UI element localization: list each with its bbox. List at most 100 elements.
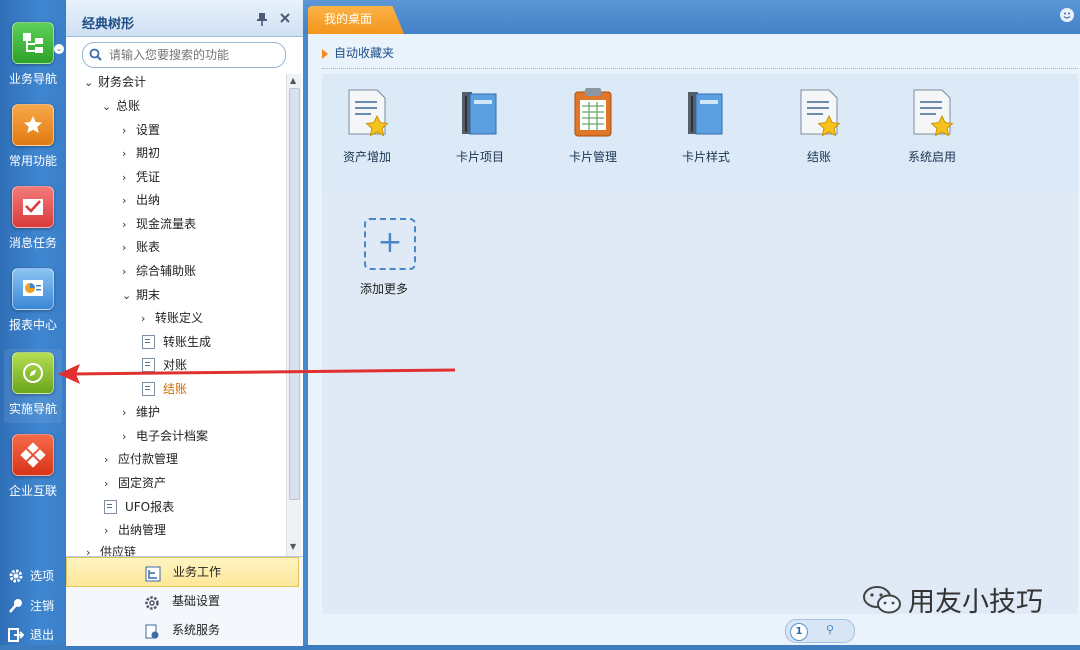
- fav-system-enable[interactable]: 系统启用: [887, 86, 977, 165]
- tree-node-cashier-management[interactable]: › 出纳管理: [104, 520, 166, 540]
- doc-star-icon: [343, 86, 391, 142]
- nav-label: 消息任务: [8, 236, 57, 250]
- tree-node-label: 设置: [136, 123, 161, 137]
- wechat-logo-icon: [862, 585, 902, 615]
- footer-label: 业务工作: [173, 565, 222, 579]
- tree-node-aux-ledger[interactable]: › 综合辅助账: [122, 261, 196, 281]
- tree-node-period-end[interactable]: ⌄ 期末: [122, 285, 160, 305]
- options-label: 选项: [30, 569, 55, 583]
- pin-icon[interactable]: [256, 12, 270, 26]
- footer-label: 系统服务: [172, 623, 221, 637]
- exit-icon: [8, 627, 25, 643]
- tree-node-transfer-definition[interactable]: › 转账定义: [141, 308, 203, 328]
- tree-node-fixed-assets[interactable]: › 固定资产: [104, 473, 166, 493]
- document-icon: [142, 334, 155, 349]
- report-center-icon: [12, 268, 54, 310]
- system-services-tab[interactable]: 系统服务: [66, 616, 297, 644]
- collapsed-arrow-icon: ›: [141, 312, 146, 325]
- tree-panel-header: 经典树形: [66, 0, 303, 37]
- close-icon[interactable]: [279, 12, 293, 26]
- nav-favorite-functions[interactable]: 常用功能: [0, 104, 66, 169]
- tree-node-label: 转账定义: [155, 311, 204, 325]
- fav-card-style[interactable]: 卡片样式: [661, 86, 751, 165]
- tree-panel-title: 经典树形: [82, 17, 135, 32]
- tree-node-e-archives[interactable]: › 电子会计档案: [122, 426, 208, 446]
- logout-button[interactable]: 注销: [8, 597, 54, 614]
- tree-node-settings[interactable]: › 设置: [122, 120, 160, 140]
- tab-bar: 我的桌面: [303, 0, 1080, 34]
- tree-node-finance[interactable]: ⌄ 财务会计: [84, 72, 146, 92]
- tree-node-general-ledger[interactable]: ⌄ 总账: [102, 96, 140, 116]
- tree-node-maintenance[interactable]: › 维护: [122, 402, 160, 422]
- options-button[interactable]: 选项: [8, 567, 54, 584]
- page-indicator[interactable]: 1: [790, 623, 808, 641]
- pin-page-icon[interactable]: ⚲: [826, 623, 834, 636]
- add-more-button[interactable]: +: [364, 218, 416, 270]
- collapsed-arrow-icon: ›: [122, 147, 127, 160]
- scroll-up-icon[interactable]: ▲: [290, 76, 296, 85]
- tree-node-label: 凭证: [136, 170, 161, 184]
- basic-settings-tab[interactable]: 基础设置: [66, 587, 297, 615]
- auto-favorites-header[interactable]: 自动收藏夹: [322, 44, 394, 61]
- tree-node-account-reports[interactable]: › 账表: [122, 237, 160, 257]
- tree-node-label: 账表: [136, 240, 161, 254]
- collapsed-arrow-icon: ›: [122, 171, 127, 184]
- watermark: 用友小技巧: [862, 580, 1043, 619]
- tree-node-label: 总账: [116, 99, 141, 113]
- tree-node-payables[interactable]: › 应付款管理: [104, 449, 178, 469]
- fav-card-management[interactable]: 卡片管理: [548, 86, 638, 165]
- collapsed-arrow-icon: ›: [122, 124, 127, 137]
- fav-label: 卡片样式: [681, 150, 730, 164]
- business-work-tab[interactable]: 业务工作: [66, 557, 299, 587]
- document-icon: [142, 357, 155, 372]
- fav-closing[interactable]: 结账: [774, 86, 864, 165]
- fav-asset-addition[interactable]: 资产增加: [322, 86, 412, 165]
- message-task-icon: [12, 186, 54, 228]
- nav-enterprise-connect[interactable]: 企业互联: [0, 434, 66, 499]
- settings-gear-icon: [144, 593, 160, 610]
- favorites-header-label: 自动收藏夹: [334, 46, 395, 60]
- search-box[interactable]: [82, 42, 286, 68]
- document-icon: [104, 499, 117, 514]
- nav-implementation-navigation[interactable]: 实施导航: [0, 352, 66, 417]
- chevron-down-icon[interactable]: ⌄: [54, 44, 64, 54]
- tree-node-cash-flow[interactable]: › 现金流量表: [122, 214, 196, 234]
- fav-label: 结账: [806, 150, 831, 164]
- nav-business-navigation[interactable]: 业务导航: [0, 22, 66, 87]
- function-tree: ⌄ 财务会计 ⌄ 总账 › 设置 › 期初 › 凭证 › 出纳 › 现金流量表 › 账表 › 综合…: [66, 70, 288, 556]
- desktop-shortcuts-area: + 添加更多: [322, 194, 1078, 614]
- tree-node-transfer-generation[interactable]: 转账生成: [142, 332, 211, 352]
- collapsed-arrow-icon: ›: [104, 453, 109, 466]
- tree-node-label: UFO报表: [125, 500, 175, 514]
- collapsed-arrow-icon: ›: [122, 218, 127, 231]
- doc-star-icon: [795, 86, 843, 142]
- exit-button[interactable]: 退出: [8, 626, 54, 643]
- logout-label: 注销: [30, 599, 55, 613]
- card-book-icon: [456, 86, 504, 142]
- nav-report-center[interactable]: 报表中心: [0, 268, 66, 333]
- tree-node-ufo-reports[interactable]: UFO报表: [104, 497, 174, 517]
- tab-my-desktop[interactable]: 我的桌面: [308, 6, 404, 34]
- expanded-arrow-icon: ⌄: [84, 76, 94, 89]
- collapsed-arrow-icon: ›: [122, 194, 127, 207]
- nav-message-task[interactable]: 消息任务: [0, 186, 66, 251]
- tree-node-label: 现金流量表: [136, 217, 197, 231]
- tree-node-reconciliation[interactable]: 对账: [142, 355, 187, 375]
- document-icon: [142, 381, 155, 396]
- business-work-icon: [145, 564, 161, 582]
- tree-node-cashier[interactable]: › 出纳: [122, 190, 160, 210]
- scrollbar-thumb[interactable]: [289, 88, 300, 500]
- tree-node-voucher[interactable]: › 凭证: [122, 167, 160, 187]
- tree-node-closing[interactable]: 结账: [142, 379, 187, 399]
- tree-node-label: 转账生成: [163, 335, 212, 349]
- tree-scrollbar[interactable]: ▲ ▼: [286, 74, 301, 556]
- search-input[interactable]: [107, 46, 281, 64]
- smiley-icon[interactable]: [1060, 8, 1074, 22]
- divider: [322, 68, 1078, 69]
- implementation-nav-icon: [12, 352, 54, 394]
- business-nav-icon: [12, 22, 54, 64]
- scroll-down-icon[interactable]: ▼: [290, 542, 296, 551]
- tree-node-opening[interactable]: › 期初: [122, 143, 160, 163]
- tree-node-supply-chain[interactable]: › 供应链: [86, 542, 136, 556]
- fav-card-items[interactable]: 卡片项目: [435, 86, 525, 165]
